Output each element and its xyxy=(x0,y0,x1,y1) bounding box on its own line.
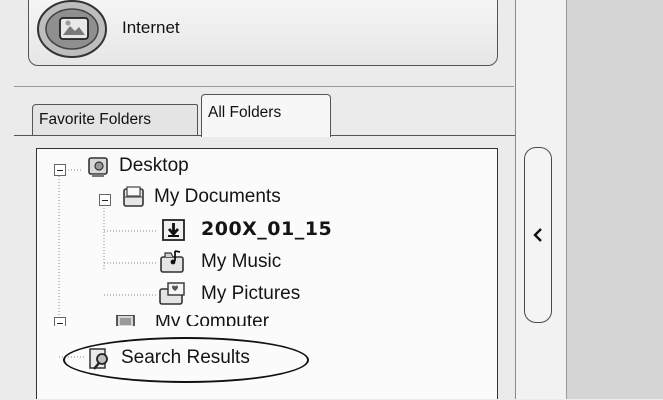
navigation-pane: Internet Favorite Folders All Folders De… xyxy=(0,0,516,399)
tree-item-200x-01-15[interactable]: 200X_01_15 xyxy=(201,218,332,240)
my-pictures-icon xyxy=(159,282,185,305)
my-computer-icon xyxy=(116,315,135,326)
tree-item-my-music[interactable]: My Music xyxy=(201,251,281,273)
desktop-collapse-toggle[interactable] xyxy=(54,164,66,176)
tab-all-folders[interactable]: All Folders xyxy=(201,94,331,137)
folder-tree[interactable]: Desktop My Documents 200X_01_15 My Music… xyxy=(36,148,498,399)
tab-favorite-folders[interactable]: Favorite Folders xyxy=(32,104,198,135)
tree-item-my-pictures[interactable]: My Pictures xyxy=(201,283,300,305)
tree-item-search-results[interactable]: Search Results xyxy=(121,347,250,369)
search-results-icon xyxy=(89,348,108,370)
download-folder-icon xyxy=(162,219,185,241)
tab-baseline xyxy=(330,135,515,136)
chevron-left-icon xyxy=(533,228,542,242)
desktop-icon xyxy=(88,157,108,177)
my-music-icon xyxy=(160,250,184,273)
collapse-pane-button[interactable] xyxy=(524,147,552,323)
my-computer-expand-toggle[interactable] xyxy=(54,317,66,326)
internet-label: Internet xyxy=(122,18,180,37)
tree-item-my-computer-row[interactable]: My Computer xyxy=(83,315,343,326)
section-divider xyxy=(14,86,514,87)
tree-item-my-documents[interactable]: My Documents xyxy=(154,186,281,208)
my-documents-collapse-toggle[interactable] xyxy=(99,194,111,206)
tree-item-desktop[interactable]: Desktop xyxy=(119,155,189,177)
internet-button[interactable]: Internet xyxy=(28,0,498,66)
tab-baseline xyxy=(14,135,201,136)
tree-item-my-computer: My Computer xyxy=(155,315,270,326)
content-area xyxy=(566,0,663,399)
internet-globe-icon xyxy=(37,0,107,58)
my-documents-icon xyxy=(123,186,144,207)
